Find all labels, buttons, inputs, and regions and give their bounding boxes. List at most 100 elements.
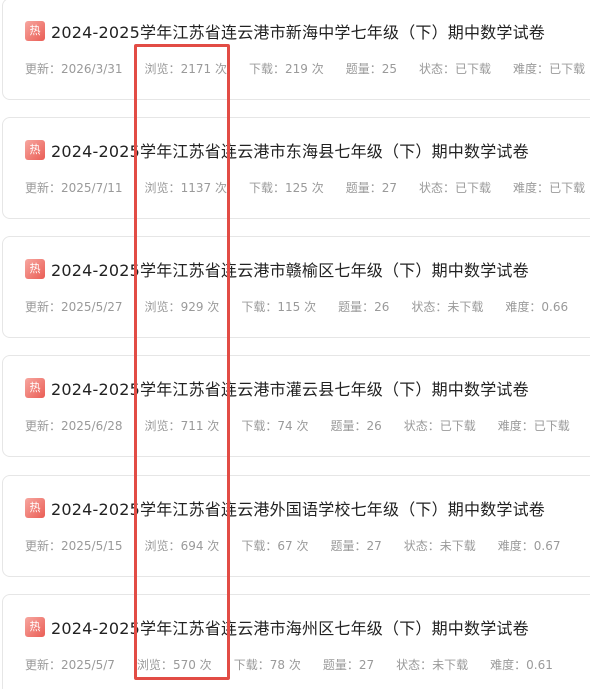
hot-icon: 热 xyxy=(25,259,45,279)
downloads-unit: 次 xyxy=(304,299,317,314)
views-unit: 次 xyxy=(207,299,220,314)
downloads-label: 下载： xyxy=(241,418,278,433)
count-label: 题量： xyxy=(330,418,367,433)
downloads-meta: 下载：74 次 xyxy=(241,417,308,434)
downloads-value: 219 xyxy=(284,61,308,76)
views-value: 694 xyxy=(180,538,204,553)
downloads-value: 78 xyxy=(269,657,285,672)
exam-title[interactable]: 2024-2025学年江苏省连云港外国语学校七年级（下）期中数学试卷 xyxy=(51,496,545,520)
downloads-value: 67 xyxy=(277,538,293,553)
status-label: 状态： xyxy=(396,657,433,672)
count-value: 26 xyxy=(374,299,390,314)
exam-title[interactable]: 2024-2025学年江苏省连云港市灌云县七年级（下）期中数学试卷 xyxy=(51,376,529,400)
status-value: 已下载 xyxy=(455,180,492,195)
exam-card[interactable]: 热 2024-2025学年江苏省连云港市海州区七年级（下）期中数学试卷 更新：2… xyxy=(2,594,590,689)
count-meta: 题量：27 xyxy=(323,656,374,673)
exam-title[interactable]: 2024-2025学年江苏省连云港市新海中学七年级（下）期中数学试卷 xyxy=(51,19,545,43)
updated-value: 2025/5/15 xyxy=(61,538,123,553)
views-label: 浏览： xyxy=(144,180,181,195)
count-meta: 题量：25 xyxy=(346,60,397,77)
views-unit: 次 xyxy=(207,538,220,553)
status-value: 未下载 xyxy=(439,538,476,553)
exam-title-row[interactable]: 热 2024-2025学年江苏省连云港市新海中学七年级（下）期中数学试卷 xyxy=(25,19,545,43)
exam-card[interactable]: 热 2024-2025学年江苏省连云港市赣榆区七年级（下）期中数学试卷 更新：2… xyxy=(2,236,590,338)
views-label: 浏览： xyxy=(144,299,181,314)
updated-label: 更新： xyxy=(25,418,62,433)
difficulty-value: 0.66 xyxy=(541,299,569,314)
views-label: 浏览： xyxy=(144,538,181,553)
difficulty-label: 难度： xyxy=(513,61,550,76)
hot-icon: 热 xyxy=(25,21,45,41)
views-value: 711 xyxy=(180,418,204,433)
difficulty-label: 难度： xyxy=(490,657,527,672)
exam-title[interactable]: 2024-2025学年江苏省连云港市赣榆区七年级（下）期中数学试卷 xyxy=(51,257,529,281)
status-value: 已下载 xyxy=(439,418,476,433)
count-label: 题量： xyxy=(330,538,367,553)
views-unit: 次 xyxy=(214,61,227,76)
exam-title-row[interactable]: 热 2024-2025学年江苏省连云港市东海县七年级（下）期中数学试卷 xyxy=(25,138,529,162)
hot-icon: 热 xyxy=(25,617,45,637)
difficulty-meta: 难度：0.67 xyxy=(498,537,561,554)
downloads-unit: 次 xyxy=(296,418,309,433)
exam-meta: 更新：2025/5/27 浏览：929 次 下载：115 次 题量：26 状态：… xyxy=(25,297,590,315)
exam-title[interactable]: 2024-2025学年江苏省连云港市东海县七年级（下）期中数学试卷 xyxy=(51,138,529,162)
updated-meta: 更新：2025/5/27 xyxy=(25,298,123,315)
difficulty-meta: 难度：0.66 xyxy=(505,298,568,315)
updated-value: 2026/3/31 xyxy=(61,61,123,76)
exam-meta: 更新：2026/3/31 浏览：2171 次 下载：219 次 题量：25 状态… xyxy=(25,59,590,77)
updated-value: 2025/7/11 xyxy=(61,180,123,195)
hot-icon: 热 xyxy=(25,378,45,398)
exam-title-row[interactable]: 热 2024-2025学年江苏省连云港市灌云县七年级（下）期中数学试卷 xyxy=(25,376,529,400)
status-meta: 状态：已下载 xyxy=(419,60,491,77)
hot-icon: 热 xyxy=(25,498,45,518)
exam-title-row[interactable]: 热 2024-2025学年江苏省连云港市海州区七年级（下）期中数学试卷 xyxy=(25,615,529,639)
count-value: 27 xyxy=(358,657,375,672)
exam-title[interactable]: 2024-2025学年江苏省连云港市海州区七年级（下）期中数学试卷 xyxy=(51,615,529,639)
views-value: 2171 xyxy=(180,61,212,76)
hot-icon: 热 xyxy=(25,140,45,160)
status-label: 状态： xyxy=(403,418,440,433)
count-meta: 题量：26 xyxy=(330,417,381,434)
difficulty-meta: 难度：已下载 xyxy=(513,60,585,77)
difficulty-label: 难度： xyxy=(513,180,550,195)
exam-title-row[interactable]: 热 2024-2025学年江苏省连云港市赣榆区七年级（下）期中数学试卷 xyxy=(25,257,529,281)
status-meta: 状态：已下载 xyxy=(419,179,491,196)
downloads-unit: 次 xyxy=(288,657,301,672)
difficulty-label: 难度： xyxy=(497,538,534,553)
exam-card[interactable]: 热 2024-2025学年江苏省连云港市灌云县七年级（下）期中数学试卷 更新：2… xyxy=(2,355,590,457)
updated-label: 更新： xyxy=(25,299,62,314)
exam-card[interactable]: 热 2024-2025学年江苏省连云港市新海中学七年级（下）期中数学试卷 更新：… xyxy=(2,0,590,100)
exam-list-page: 热 2024-2025学年江苏省连云港市新海中学七年级（下）期中数学试卷 更新：… xyxy=(0,0,590,689)
views-meta: 浏览：711 次 xyxy=(145,417,220,434)
downloads-label: 下载： xyxy=(248,61,285,76)
status-meta: 状态：未下载 xyxy=(396,656,468,673)
count-label: 题量： xyxy=(338,299,375,314)
exam-card[interactable]: 热 2024-2025学年江苏省连云港外国语学校七年级（下）期中数学试卷 更新：… xyxy=(2,475,590,577)
count-label: 题量： xyxy=(322,657,359,672)
status-label: 状态： xyxy=(419,61,456,76)
updated-label: 更新： xyxy=(25,538,62,553)
status-label: 状态： xyxy=(419,180,456,195)
exam-card[interactable]: 热 2024-2025学年江苏省连云港市东海县七年级（下）期中数学试卷 更新：2… xyxy=(2,117,590,219)
updated-meta: 更新：2025/6/28 xyxy=(25,417,123,434)
count-value: 27 xyxy=(381,180,398,195)
downloads-unit: 次 xyxy=(311,61,324,76)
views-label: 浏览： xyxy=(144,418,181,433)
status-label: 状态： xyxy=(411,299,448,314)
downloads-unit: 次 xyxy=(311,180,324,195)
count-value: 25 xyxy=(381,61,398,76)
exam-meta: 更新：2025/5/7 浏览：570 次 下载：78 次 题量：27 状态：未下… xyxy=(25,655,575,673)
downloads-label: 下载： xyxy=(241,299,278,314)
count-meta: 题量：26 xyxy=(338,298,389,315)
views-unit: 次 xyxy=(199,657,212,672)
views-label: 浏览： xyxy=(136,657,173,672)
views-value: 570 xyxy=(172,657,196,672)
difficulty-value: 已下载 xyxy=(549,61,586,76)
downloads-meta: 下载：67 次 xyxy=(241,537,308,554)
status-value: 未下载 xyxy=(447,299,484,314)
exam-title-row[interactable]: 热 2024-2025学年江苏省连云港外国语学校七年级（下）期中数学试卷 xyxy=(25,496,545,520)
downloads-unit: 次 xyxy=(296,538,309,553)
difficulty-label: 难度： xyxy=(505,299,542,314)
status-meta: 状态：未下载 xyxy=(404,537,476,554)
views-meta: 浏览：929 次 xyxy=(145,298,220,315)
